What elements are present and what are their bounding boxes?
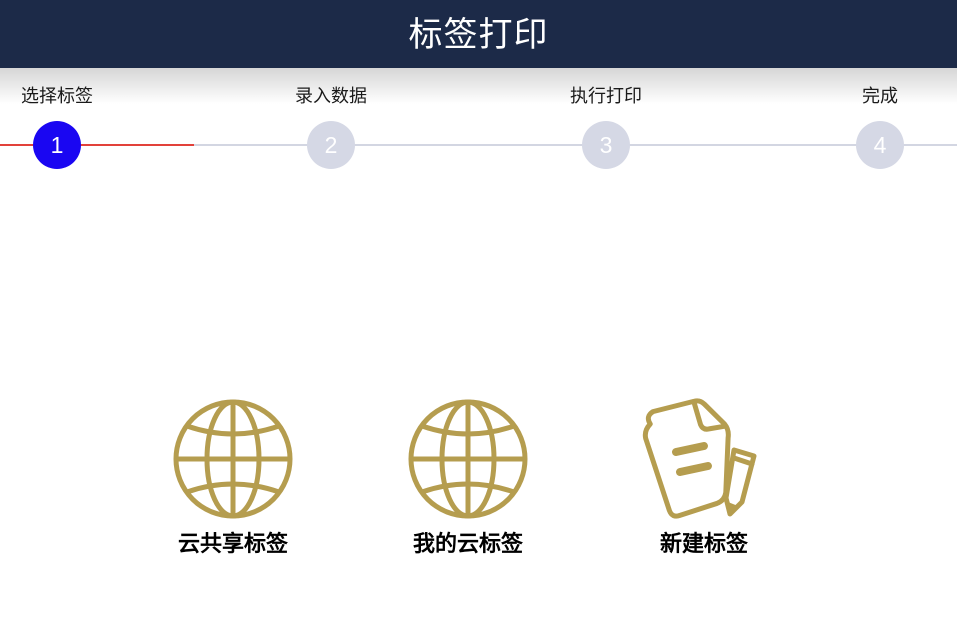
document-pencil-icon — [642, 398, 757, 519]
app-header: 标签打印 — [0, 0, 957, 68]
step-label: 完成 — [862, 86, 898, 107]
step-label: 录入数据 — [295, 86, 367, 107]
progress-line-complete — [0, 144, 194, 146]
step-number-circle: 2 — [307, 121, 355, 169]
globe-icon — [408, 399, 528, 519]
option-label: 我的云标签 — [412, 532, 523, 557]
option-label: 云共享标签 — [177, 532, 288, 557]
step-number-circle: 4 — [856, 121, 904, 169]
my-cloud-label-option[interactable]: 我的云标签 — [388, 398, 548, 558]
option-label: 新建标签 — [659, 532, 748, 557]
step-label: 执行打印 — [570, 86, 642, 107]
step-number-circle: 1 — [33, 121, 81, 169]
globe-icon — [173, 399, 293, 519]
step-enter-data[interactable]: 录入数据 2 — [261, 68, 401, 169]
new-label-option[interactable]: 新建标签 — [624, 398, 784, 558]
page-title: 标签打印 — [408, 14, 549, 55]
step-progress: 选择标签 1 录入数据 2 执行打印 3 完成 4 — [0, 68, 957, 178]
step-label: 选择标签 — [21, 86, 93, 107]
label-source-options: 云共享标签 我的云标签 新建标签 — [0, 380, 957, 580]
cloud-shared-label-option[interactable]: 云共享标签 — [153, 398, 313, 558]
step-select-label[interactable]: 选择标签 1 — [0, 68, 127, 169]
step-complete[interactable]: 完成 4 — [810, 68, 950, 169]
step-number-circle: 3 — [582, 121, 630, 169]
step-execute-print[interactable]: 执行打印 3 — [536, 68, 676, 169]
